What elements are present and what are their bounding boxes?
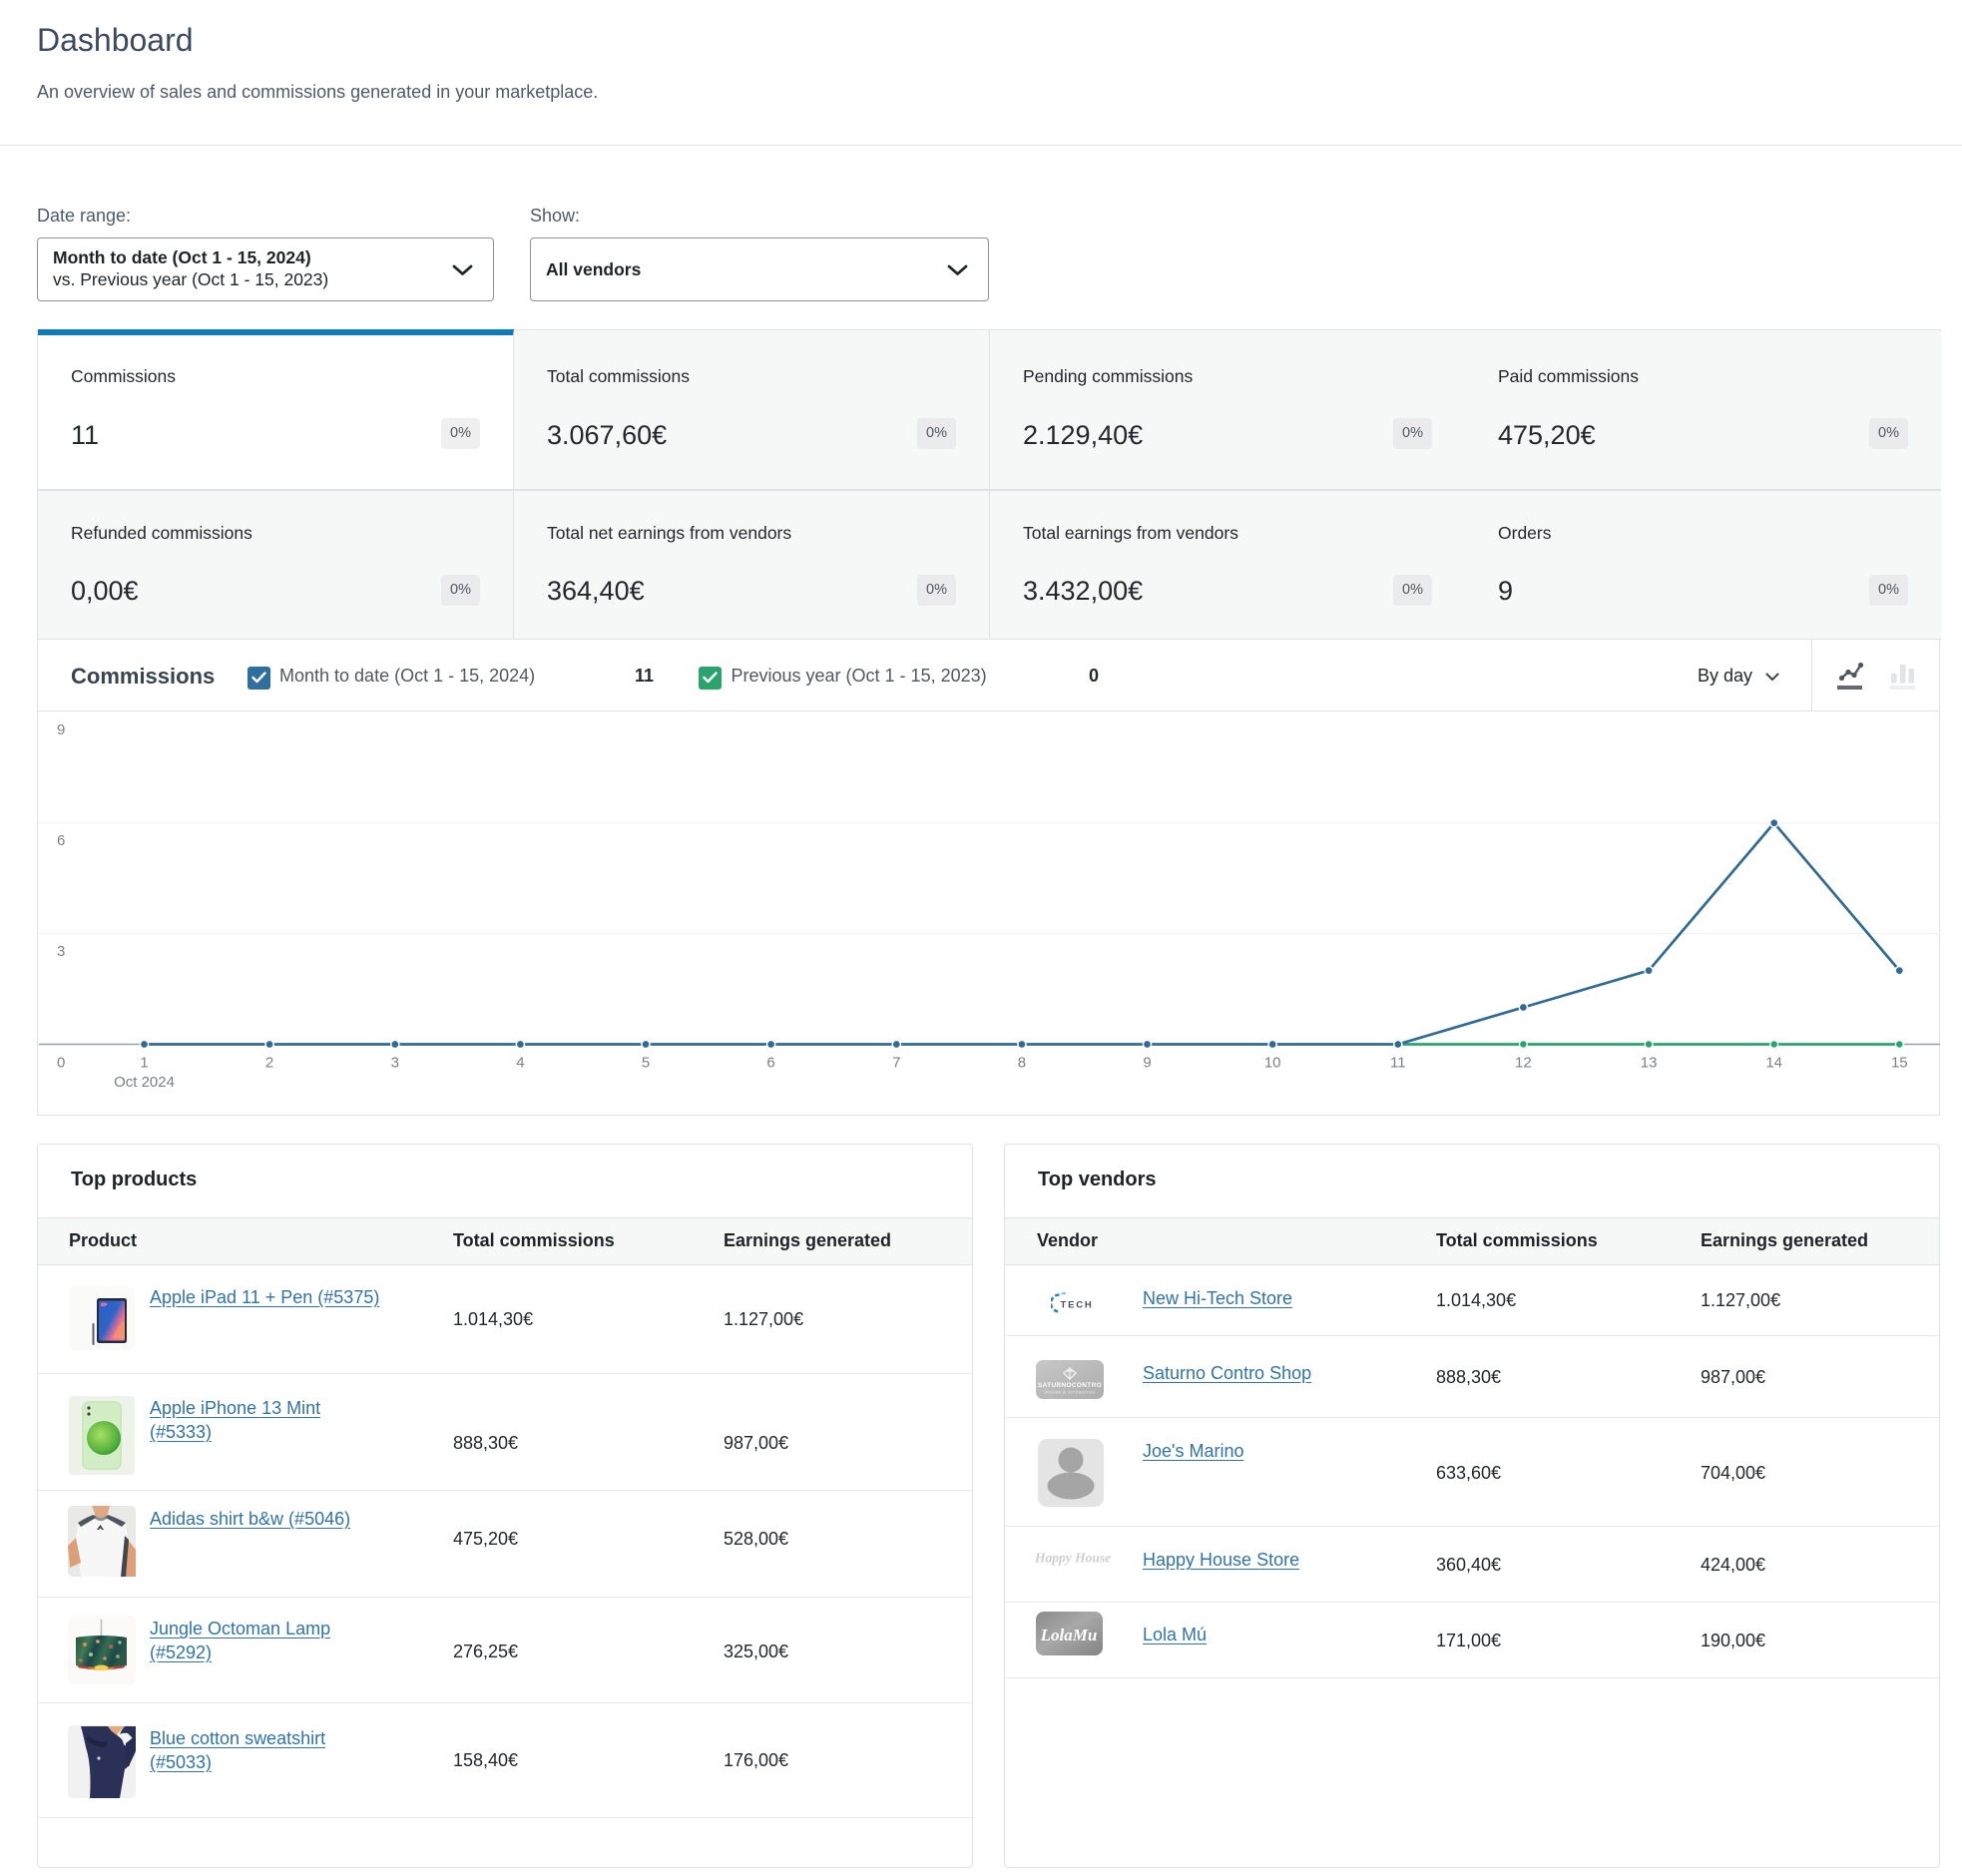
svg-text:Oct 2024: Oct 2024 bbox=[114, 1074, 175, 1091]
svg-text:8: 8 bbox=[1018, 1055, 1026, 1072]
svg-text:9: 9 bbox=[1143, 1055, 1151, 1072]
svg-text:11: 11 bbox=[1390, 1055, 1406, 1072]
svg-text:12: 12 bbox=[1515, 1055, 1532, 1072]
svg-text:Happy House: Happy House bbox=[1035, 1551, 1111, 1566]
svg-text:3: 3 bbox=[391, 1055, 399, 1072]
svg-text:0: 0 bbox=[57, 1055, 65, 1072]
svg-text:SATURNOCONTRO: SATURNOCONTRO bbox=[1038, 1382, 1102, 1389]
svg-text:15: 15 bbox=[1891, 1055, 1908, 1072]
svg-text:LolaMu: LolaMu bbox=[1040, 1626, 1098, 1644]
svg-text:10: 10 bbox=[1264, 1055, 1281, 1072]
svg-text:6: 6 bbox=[766, 1055, 774, 1072]
svg-text:9: 9 bbox=[57, 721, 65, 738]
svg-text:TECH: TECH bbox=[1061, 1300, 1094, 1311]
svg-text:1: 1 bbox=[140, 1055, 148, 1072]
svg-text:3: 3 bbox=[57, 943, 65, 960]
svg-text:5: 5 bbox=[642, 1055, 650, 1072]
svg-text:6: 6 bbox=[57, 832, 65, 849]
svg-text:4: 4 bbox=[516, 1055, 524, 1072]
svg-text:7: 7 bbox=[892, 1055, 900, 1072]
svg-text:2: 2 bbox=[265, 1055, 273, 1072]
svg-text:13: 13 bbox=[1641, 1055, 1658, 1072]
svg-text:phones & accessories: phones & accessories bbox=[1045, 1390, 1096, 1395]
svg-text:14: 14 bbox=[1765, 1055, 1782, 1072]
